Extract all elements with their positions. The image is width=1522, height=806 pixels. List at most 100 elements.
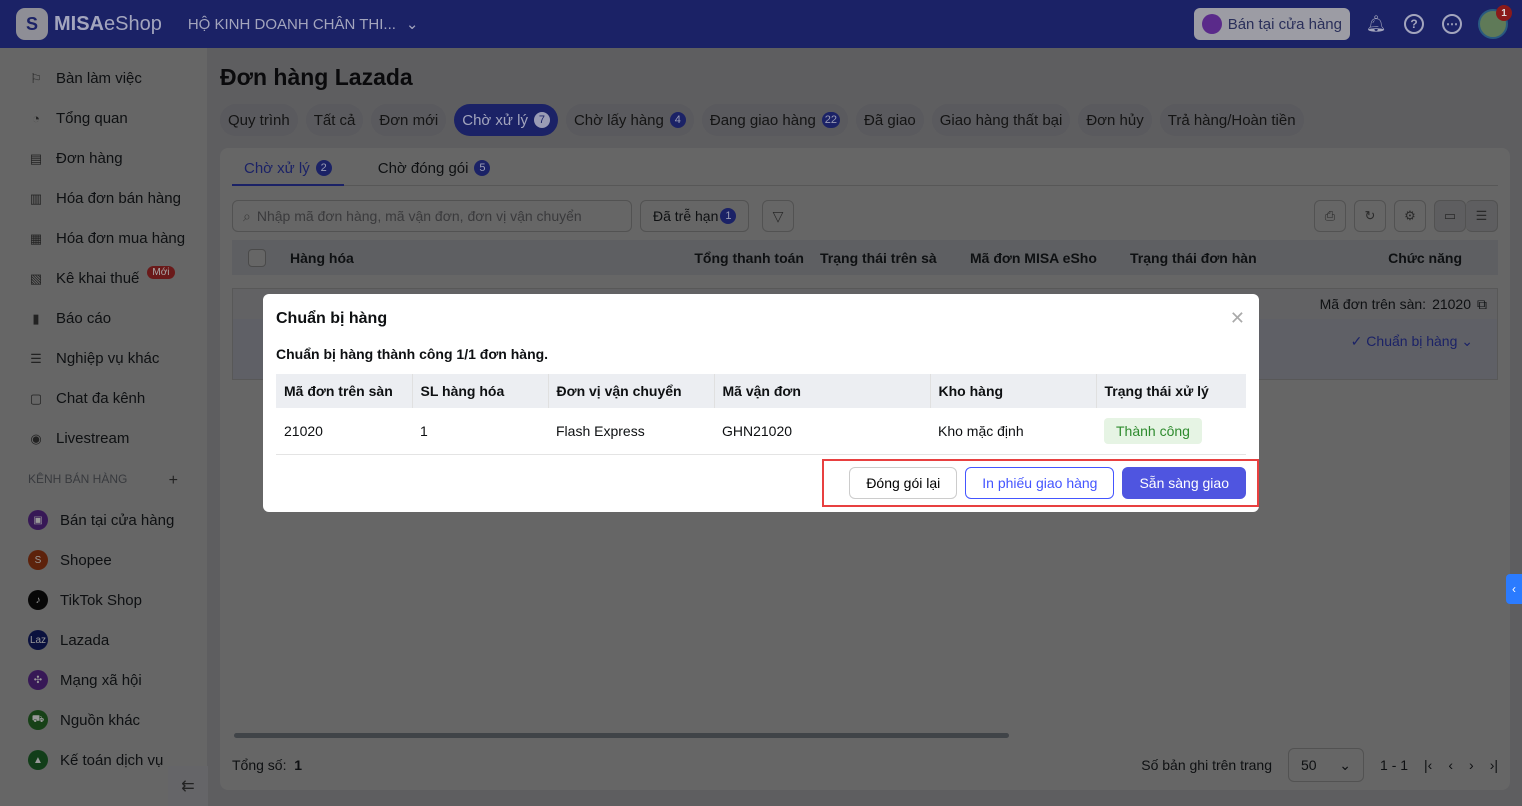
sidebar-item-label: Tổng quan — [56, 110, 128, 127]
status-tab[interactable]: Đã giao — [856, 104, 924, 136]
channel-item[interactable]: ▣ Bán tại cửa hàng — [28, 510, 174, 530]
channel-icon: ▲ — [28, 750, 48, 770]
menu-icon: ▥ — [29, 190, 43, 206]
column-header: Mã vận đơn — [714, 374, 931, 408]
tab-label: Đơn hủy — [1086, 111, 1144, 129]
close-icon[interactable]: ✕ — [1230, 308, 1245, 329]
horizontal-scrollbar[interactable] — [234, 733, 1009, 738]
per-page-label: Số bản ghi trên trang — [1141, 757, 1273, 773]
pos-button[interactable]: Bán tại cửa hàng — [1193, 8, 1350, 40]
add-channel-icon[interactable]: + — [169, 472, 178, 490]
channel-label: Mạng xã hội — [60, 671, 142, 689]
logo-text: MISA — [54, 12, 104, 35]
column-header: Đơn vị vận chuyển — [548, 374, 715, 408]
sub-tab-count: 5 — [474, 160, 491, 176]
expand-panel-icon[interactable]: ‹ — [1506, 574, 1522, 604]
status-tab[interactable]: Giao hàng thất bại — [931, 104, 1071, 136]
qty-cell: 1 — [412, 408, 548, 455]
status-tab[interactable]: Tất cả — [305, 104, 364, 136]
status-tab[interactable]: Đang giao hàng 22 — [701, 104, 849, 136]
sidebar-item[interactable]: ◉ Livestream — [28, 430, 129, 447]
prepare-dropdown[interactable]: ✓ Chuẩn bị hàng ⌄ — [1351, 333, 1473, 350]
sub-tabs: Chờ xử lý 2 Chờ đóng gói 5 — [232, 160, 1498, 186]
menu-icon: ◉ — [30, 430, 42, 446]
copy-icon[interactable]: ⧉ — [1477, 296, 1487, 313]
search-box[interactable]: ⌕ — [232, 200, 632, 232]
sidebar-item[interactable]: ▮ Báo cáo — [28, 310, 111, 327]
sidebar-item[interactable]: ▥ Hóa đơn bán hàng — [28, 190, 181, 207]
menu-icon: ⚐ — [30, 70, 42, 86]
search-input[interactable] — [256, 208, 617, 224]
sidebar-item[interactable]: ☰ Nghiệp vụ khác — [28, 350, 159, 367]
channel-item[interactable]: ✣ Mạng xã hội — [28, 670, 142, 690]
channel-item[interactable]: ▲ Kế toán dịch vụ — [28, 750, 163, 770]
tab-count-badge: 4 — [669, 112, 686, 128]
sub-tab[interactable]: Chờ đóng gói 5 — [366, 160, 503, 186]
late-filter-button[interactable]: Đã trễ hạn 1 — [640, 200, 750, 232]
tab-label: Tất cả — [313, 111, 356, 129]
export-icon[interactable]: ⎙ — [1314, 200, 1346, 232]
channel-icon: Laz — [28, 630, 48, 650]
status-tab[interactable]: Chờ lấy hàng 4 — [565, 104, 694, 136]
new-badge: Mới — [147, 266, 175, 279]
channel-item[interactable]: S Shopee — [28, 550, 112, 570]
next-page-icon[interactable]: › — [1469, 757, 1474, 773]
sidebar-item[interactable]: ▢ Chat đa kênh — [28, 390, 145, 407]
refresh-icon[interactable]: ↻ — [1354, 200, 1386, 232]
sidebar-item[interactable]: ▤ Đơn hàng — [28, 150, 123, 167]
sidebar-item[interactable]: ◔ Tổng quan — [28, 110, 128, 127]
column-header: Kho hàng — [930, 374, 1097, 408]
channel-item[interactable]: ♪ TikTok Shop — [28, 590, 142, 610]
sidebar-item[interactable]: ▦ Hóa đơn mua hàng — [28, 230, 185, 247]
sidebar-item-label: Livestream — [56, 430, 130, 447]
first-page-icon[interactable]: |‹ — [1424, 757, 1432, 773]
sub-tab-label: Chờ xử lý — [244, 160, 310, 177]
settings-icon[interactable]: ⚙ — [1394, 200, 1426, 232]
last-page-icon[interactable]: ›| — [1490, 757, 1498, 773]
column-header: Trạng thái đơn hàn — [1130, 249, 1257, 266]
tab-label: Chờ xử lý — [462, 111, 528, 129]
channel-item[interactable]: ⛟ Nguồn khác — [28, 710, 140, 730]
channel-label: Bán tại cửa hàng — [60, 511, 175, 529]
status-tab[interactable]: Đơn hủy — [1078, 104, 1152, 136]
prev-page-icon[interactable]: ‹ — [1448, 757, 1453, 773]
order-label: Mã đơn trên sàn: — [1319, 296, 1427, 312]
sidebar-item[interactable]: ⚐ Bàn làm việc — [28, 70, 142, 87]
shop-selector[interactable]: HỘ KINH DOANH CHÂN THI... ⌄ — [188, 15, 419, 34]
dialog-actions: Đóng gói lại In phiếu giao hàng Sẵn sàng… — [822, 459, 1259, 507]
select-all-checkbox[interactable] — [248, 248, 266, 267]
filter-icon[interactable]: ▽ — [762, 200, 794, 232]
status-tab[interactable]: Quy trình — [220, 104, 298, 136]
card-view-icon[interactable]: ▭ — [1434, 200, 1466, 232]
channel-icon: ♪ — [28, 590, 48, 610]
prepare-label: Chuẩn bị hàng — [1366, 333, 1458, 349]
logo[interactable]: S MISAeShop — [16, 8, 162, 40]
repack-button[interactable]: Đóng gói lại — [849, 467, 958, 499]
status-tab[interactable]: Chờ xử lý 7 — [454, 104, 558, 136]
channel-item[interactable]: Laz Lazada — [28, 630, 109, 650]
sidebar: KÊNH BÁN HÀNG + ⇇ ⚐ Bàn làm việc ◔ Tổng quan… — [0, 48, 208, 806]
sidebar-item-label: Hóa đơn mua hàng — [56, 230, 186, 247]
print-delivery-note-button[interactable]: In phiếu giao hàng — [965, 467, 1115, 499]
collapse-sidebar-icon[interactable]: ⇇ — [168, 766, 208, 806]
avatar[interactable]: 1 — [1478, 5, 1512, 39]
menu-icon: ◔ — [32, 111, 40, 126]
status-tabs: Quy trình Tất cả Đơn mới Chờ xử lý 7 Chờ lấy … — [220, 104, 1304, 136]
status-tab[interactable]: Đơn mới — [371, 104, 447, 136]
bell-icon[interactable]: 🔔︎ — [1364, 12, 1388, 36]
menu-icon: ▧ — [29, 270, 43, 286]
sidebar-item[interactable]: ▧ Kê khai thuế Mới — [28, 266, 175, 287]
status-tab[interactable]: Trả hàng/Hoàn tiền — [1159, 104, 1304, 136]
more-icon[interactable]: ⋯ — [1440, 12, 1464, 36]
sidebar-item-label: Hóa đơn bán hàng — [56, 190, 181, 207]
status-badge: Thành công — [1104, 417, 1202, 444]
channel-label: Kế toán dịch vụ — [60, 751, 164, 769]
carrier-cell: Flash Express — [548, 408, 714, 455]
tab-count-badge: 7 — [533, 112, 550, 128]
ready-to-ship-button[interactable]: Sẵn sàng giao — [1122, 467, 1246, 499]
help-icon[interactable]: ? — [1402, 12, 1426, 36]
list-view-icon[interactable]: ☰ — [1466, 200, 1498, 232]
per-page-select[interactable]: 50 ⌄ — [1288, 748, 1365, 782]
total-label: Tổng số: — [232, 757, 287, 773]
sub-tab[interactable]: Chờ xử lý 2 — [232, 160, 344, 186]
